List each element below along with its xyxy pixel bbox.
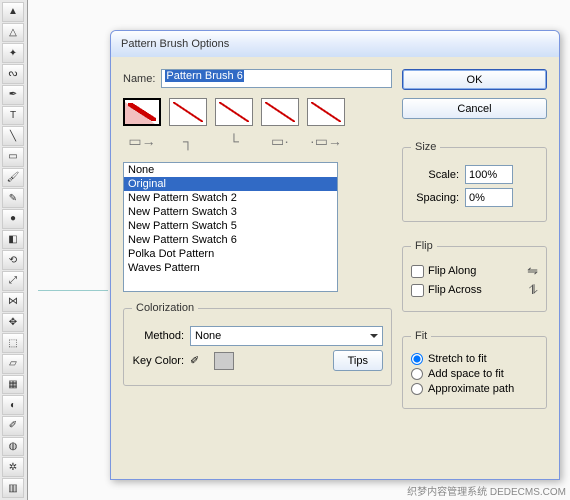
swatch-listbox[interactable]: None Original New Pattern Swatch 2 New P…	[123, 162, 338, 292]
flip-legend: Flip	[411, 240, 437, 252]
scale-input[interactable]	[465, 165, 513, 184]
tool-shape-builder[interactable]: ⬚	[2, 333, 24, 353]
scale-label: Scale:	[411, 169, 459, 181]
tool-eyedropper[interactable]: ✐	[2, 416, 24, 436]
list-item[interactable]: Original	[124, 177, 337, 191]
hint-outer-corner-icon: ┐	[169, 130, 207, 152]
fit-approximate-radio[interactable]: Approximate path	[411, 383, 538, 395]
spacing-input[interactable]	[465, 188, 513, 207]
flip-across-label: Flip Across	[428, 284, 482, 296]
fit-option-label: Add space to fit	[428, 368, 504, 380]
tool-pen[interactable]: ✒	[2, 85, 24, 105]
flip-across-icon: ⥮	[529, 282, 538, 298]
fit-option-label: Approximate path	[428, 383, 514, 395]
tool-rectangle[interactable]: ▭	[2, 147, 24, 167]
brush-tiles	[123, 98, 392, 126]
size-legend: Size	[411, 141, 440, 153]
flip-along-label: Flip Along	[428, 265, 476, 277]
list-item[interactable]: Polka Dot Pattern	[124, 247, 337, 261]
tool-pencil[interactable]: ✎	[2, 188, 24, 208]
flip-group: Flip Flip Along ⇋ Flip Across ⥮	[402, 240, 547, 312]
tool-gradient[interactable]: ◐	[2, 395, 24, 415]
fit-group: Fit Stretch to fit Add space to fit Appr…	[402, 330, 547, 409]
fit-legend: Fit	[411, 330, 431, 342]
fit-addspace-radio[interactable]: Add space to fit	[411, 368, 538, 380]
cancel-button[interactable]: Cancel	[402, 98, 547, 119]
tool-selection[interactable]: ▲	[2, 2, 24, 22]
hint-inner-corner-icon: └	[215, 130, 253, 152]
tool-mesh[interactable]: ▦	[2, 375, 24, 395]
list-item[interactable]: New Pattern Swatch 2	[124, 191, 337, 205]
colorization-legend: Colorization	[132, 302, 198, 314]
list-item[interactable]: New Pattern Swatch 6	[124, 233, 337, 247]
tool-paintbrush[interactable]: 🖌	[2, 168, 24, 188]
spacing-label: Spacing:	[411, 192, 459, 204]
flip-across-checkbox[interactable]: Flip Across	[411, 284, 482, 297]
tool-direct-select[interactable]: △	[2, 23, 24, 43]
method-label: Method:	[132, 330, 184, 342]
ok-button[interactable]: OK	[402, 69, 547, 90]
hint-side-icon: ▭→	[123, 130, 161, 152]
tool-rotate[interactable]: ⟲	[2, 250, 24, 270]
tile-outer-corner[interactable]	[169, 98, 207, 126]
hint-start-icon: ▭·	[261, 130, 299, 152]
size-group: Size Scale: Spacing:	[402, 141, 547, 222]
name-input-value: Pattern Brush 6	[165, 70, 243, 82]
tool-column-graph[interactable]: ▥	[2, 478, 24, 498]
eyedropper-icon[interactable]: ✐	[190, 354, 208, 368]
tool-eraser[interactable]: ◧	[2, 230, 24, 250]
name-label: Name:	[123, 73, 155, 85]
flip-along-checkbox[interactable]: Flip Along	[411, 265, 476, 278]
tool-scale[interactable]: ⤢	[2, 271, 24, 291]
tool-type[interactable]: T	[2, 106, 24, 126]
tool-lasso[interactable]: ᔓ	[2, 64, 24, 84]
tile-start[interactable]	[261, 98, 299, 126]
key-color-swatch[interactable]	[214, 352, 234, 370]
fit-stretch-radio[interactable]: Stretch to fit	[411, 353, 538, 365]
colorization-group: Colorization Method: None Key Color: ✐ T…	[123, 302, 392, 386]
list-item[interactable]: Waves Pattern	[124, 261, 337, 275]
tool-free-transform[interactable]: ✥	[2, 313, 24, 333]
dialog-titlebar[interactable]: Pattern Brush Options	[111, 31, 559, 57]
list-item[interactable]: New Pattern Swatch 5	[124, 219, 337, 233]
brush-tile-hints: ▭→ ┐ └ ▭· ·▭→	[123, 130, 392, 152]
list-item[interactable]: None	[124, 163, 337, 177]
tools-panel: ▲ △ ✦ ᔓ ✒ T ╲ ▭ 🖌 ✎ ● ◧ ⟲ ⤢ ⋈ ✥ ⬚ ▱ ▦ ◐ …	[0, 0, 28, 500]
list-item[interactable]: New Pattern Swatch 3	[124, 205, 337, 219]
tile-end[interactable]	[307, 98, 345, 126]
tips-button[interactable]: Tips	[333, 350, 383, 371]
fit-option-label: Stretch to fit	[428, 353, 487, 365]
tool-magic-wand[interactable]: ✦	[2, 43, 24, 63]
tile-side[interactable]	[123, 98, 161, 126]
flip-along-icon: ⇋	[527, 263, 538, 279]
tool-width[interactable]: ⋈	[2, 292, 24, 312]
pattern-brush-options-dialog: Pattern Brush Options Name: Pattern Brus…	[110, 30, 560, 480]
tool-symbol-sprayer[interactable]: ✲	[2, 457, 24, 477]
method-value: None	[195, 330, 221, 342]
name-input[interactable]: Pattern Brush 6	[161, 69, 392, 88]
tool-blob-brush[interactable]: ●	[2, 209, 24, 229]
artwork-path	[38, 290, 108, 291]
tool-line[interactable]: ╲	[2, 126, 24, 146]
tool-blend[interactable]: ◍	[2, 437, 24, 457]
watermark: 织梦内容管理系统 DEDECMS.COM	[407, 483, 566, 498]
tile-inner-corner[interactable]	[215, 98, 253, 126]
hint-end-icon: ·▭→	[307, 130, 345, 152]
method-dropdown[interactable]: None	[190, 326, 383, 346]
tool-perspective[interactable]: ▱	[2, 354, 24, 374]
dialog-title: Pattern Brush Options	[121, 38, 229, 50]
key-color-label: Key Color:	[132, 355, 184, 367]
